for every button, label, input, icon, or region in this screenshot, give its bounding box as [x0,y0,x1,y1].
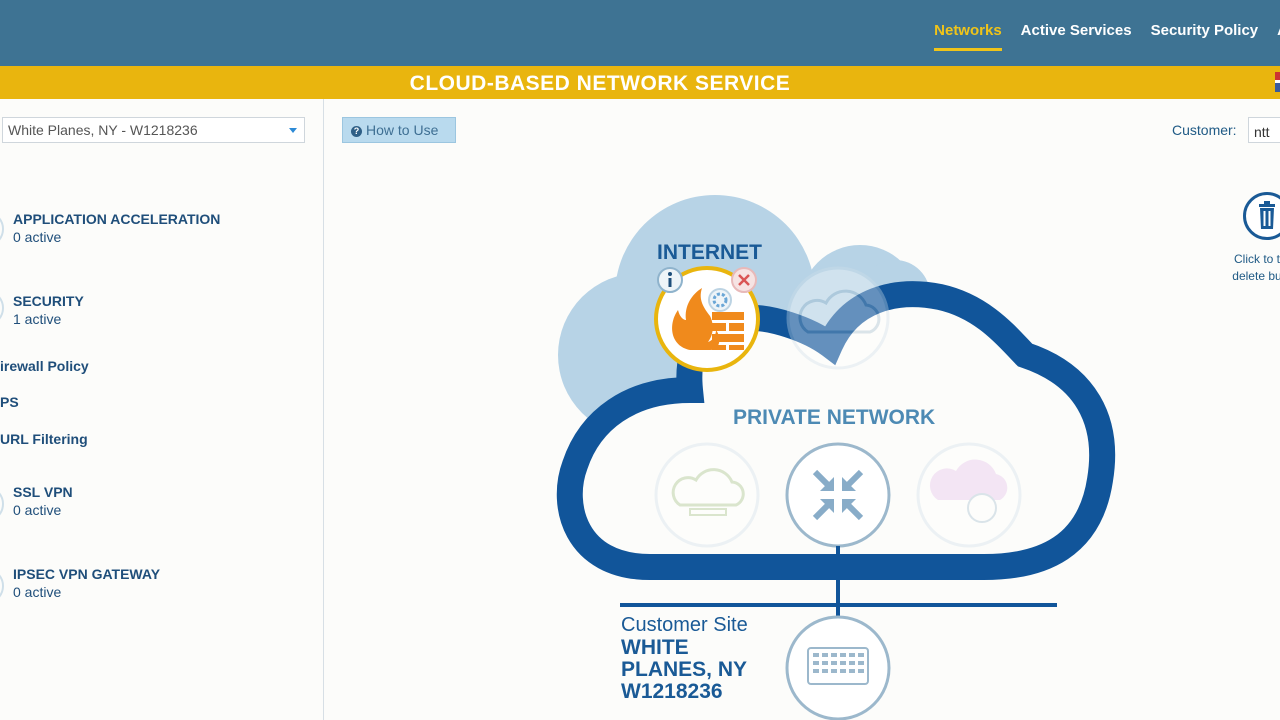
app-window: Networks Active Services Security Policy… [0,0,1280,720]
network-diagram [556,195,1116,720]
internet-label: INTERNET [657,241,762,264]
site-device-icon[interactable] [785,615,891,720]
customer-site-label: Customer Site [621,614,748,636]
private-network-label: PRIVATE NETWORK [733,406,936,429]
gear-icon[interactable] [708,288,732,312]
customer-site-name: WHITE PLANES, NY W1218236 [621,636,747,703]
info-icon[interactable] [657,267,683,293]
close-icon[interactable] [731,267,757,293]
cloud-appliance-icon[interactable] [786,266,890,370]
router-icon[interactable] [785,442,891,548]
cloud-server-icon[interactable] [654,442,760,548]
cloud-speed-icon[interactable] [916,442,1022,548]
